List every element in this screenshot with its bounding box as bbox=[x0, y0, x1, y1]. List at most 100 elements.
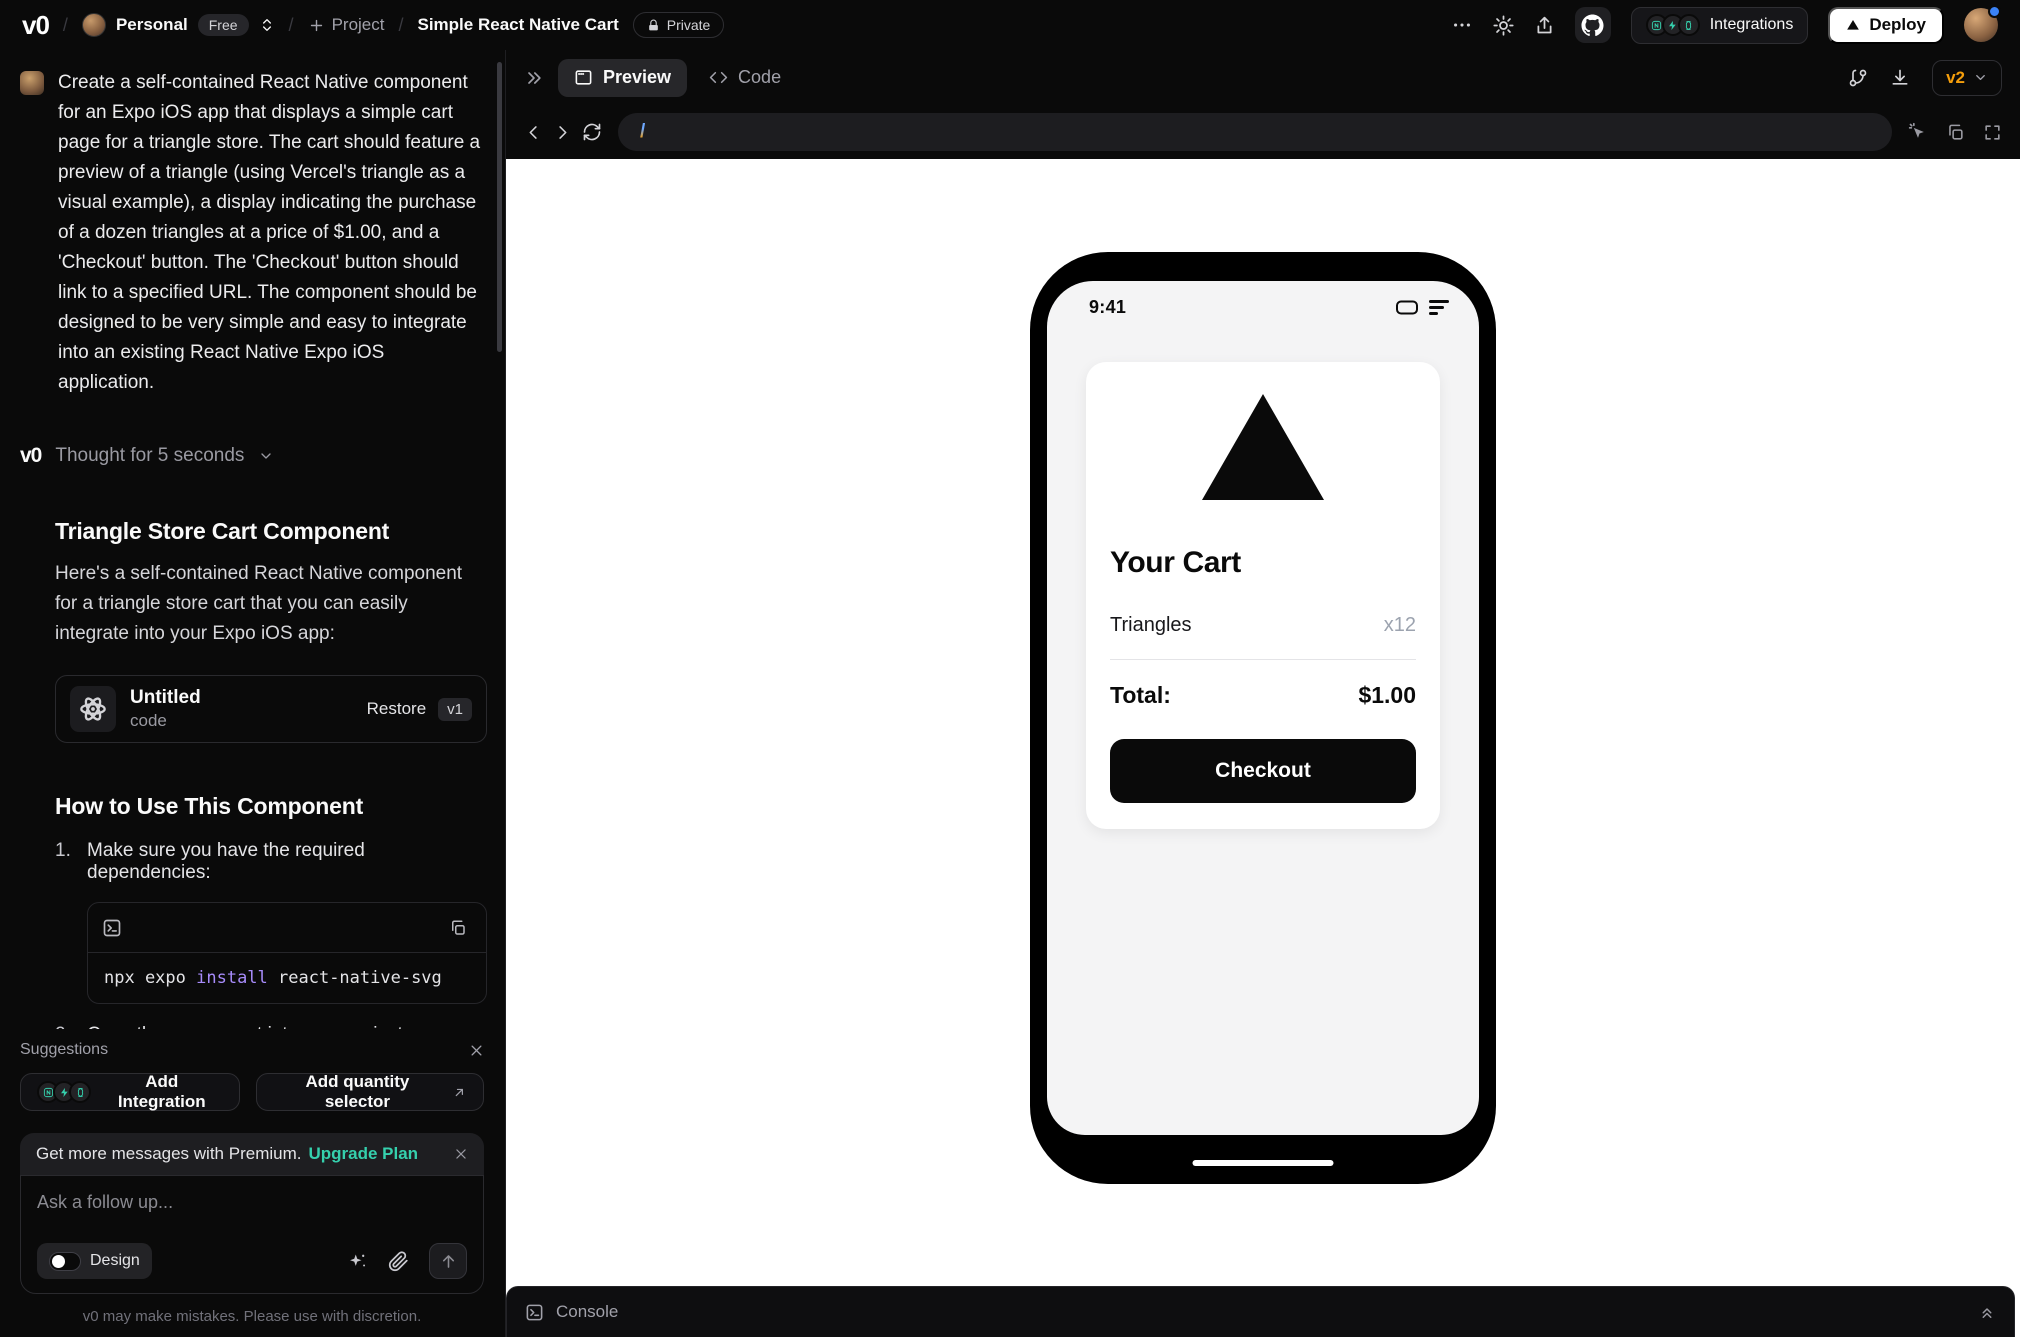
phone-status-bar: 9:41 bbox=[1047, 281, 1479, 318]
close-suggestions-button[interactable] bbox=[469, 1043, 484, 1058]
fork-version-button[interactable] bbox=[1848, 68, 1868, 88]
notification-dot bbox=[1988, 5, 2001, 18]
cart-item-name: Triangles bbox=[1110, 614, 1192, 636]
github-icon bbox=[1581, 13, 1604, 36]
refresh-icon bbox=[583, 123, 601, 141]
send-button[interactable] bbox=[429, 1243, 467, 1279]
code-card-subtitle: code bbox=[130, 711, 167, 730]
tab-preview[interactable]: Preview bbox=[558, 58, 688, 97]
integration-logos bbox=[1645, 14, 1700, 36]
add-integration-button[interactable]: Add Integration bbox=[20, 1072, 240, 1111]
collapse-sidebar-button[interactable] bbox=[524, 68, 544, 88]
terminal-icon bbox=[103, 919, 121, 936]
chevron-down-icon bbox=[1976, 75, 1985, 80]
share-icon bbox=[1537, 16, 1552, 33]
tab-code[interactable]: Code bbox=[701, 67, 789, 88]
add-project-button[interactable]: Project bbox=[308, 15, 384, 35]
dismiss-banner-button[interactable] bbox=[454, 1147, 468, 1161]
code-snippet: npx expo install react-native-svg bbox=[104, 968, 442, 988]
privacy-badge[interactable]: Private bbox=[632, 12, 725, 38]
breadcrumb-separator: / bbox=[288, 14, 294, 35]
thought-toggle[interactable]: v0 Thought for 5 seconds bbox=[20, 444, 485, 468]
open-in-new-window-button[interactable] bbox=[1946, 123, 1965, 142]
chevron-right-icon bbox=[559, 125, 567, 139]
home-indicator bbox=[1192, 1160, 1334, 1166]
toggle-switch bbox=[49, 1251, 81, 1271]
arrow-up-icon bbox=[442, 1254, 454, 1268]
sidebar-scrollbar[interactable] bbox=[497, 62, 502, 352]
restore-button[interactable]: Restore bbox=[367, 699, 427, 719]
version-selector[interactable]: v2 bbox=[1932, 59, 2002, 96]
copy-code-button[interactable] bbox=[440, 910, 476, 946]
url-path: / bbox=[640, 121, 646, 142]
workspace-switcher[interactable]: Personal Free bbox=[81, 13, 275, 37]
code-version-card[interactable]: Untitled code Restore v1 bbox=[55, 675, 487, 743]
response-heading: Triangle Store Cart Component bbox=[55, 518, 390, 544]
browser-window-icon bbox=[575, 70, 592, 85]
cart-card: Your Cart Triangles x12 Total: $1.00 Che… bbox=[1086, 362, 1440, 829]
settings-button[interactable] bbox=[1493, 14, 1514, 36]
fullscreen-button[interactable] bbox=[1983, 123, 2002, 142]
vercel-triangle bbox=[1202, 394, 1324, 500]
design-label: Design bbox=[90, 1252, 140, 1269]
code-block-header bbox=[88, 903, 486, 953]
top-header: v0 / Personal Free / Project / Simple Re… bbox=[0, 0, 2020, 50]
console-label: Console bbox=[556, 1302, 619, 1321]
header-actions: Integrations Deploy bbox=[1451, 5, 2001, 44]
download-button[interactable] bbox=[1890, 68, 1910, 88]
design-mode-toggle[interactable]: Design bbox=[37, 1243, 152, 1279]
plus-icon bbox=[310, 19, 322, 31]
url-input[interactable]: / bbox=[618, 113, 1892, 151]
arrow-up-right-icon bbox=[456, 1088, 464, 1096]
v0-logo[interactable]: v0 bbox=[22, 10, 50, 41]
paperclip-icon bbox=[388, 1250, 408, 1271]
preview-canvas: 9:41 Your Cart Triangles x12 Total: $1.0… bbox=[506, 159, 2020, 1337]
premium-banner: Get more messages with Premium. Upgrade … bbox=[20, 1133, 484, 1175]
share-button[interactable] bbox=[1534, 15, 1555, 36]
user-menu-avatar[interactable] bbox=[1964, 5, 2001, 42]
suggestions-header: Suggestions bbox=[20, 1041, 484, 1059]
select-element-button[interactable] bbox=[1908, 122, 1928, 142]
download-icon bbox=[1892, 69, 1908, 85]
breadcrumb-separator: / bbox=[62, 14, 68, 35]
github-button[interactable] bbox=[1574, 7, 1611, 43]
console-bar[interactable]: Console bbox=[506, 1286, 2015, 1337]
expand-console-button[interactable] bbox=[1978, 1303, 1996, 1321]
git-branch-icon bbox=[1849, 69, 1867, 86]
deploy-label: Deploy bbox=[1869, 15, 1926, 34]
followup-input[interactable] bbox=[37, 1192, 467, 1213]
preview-tabs-bar: Preview Code v2 bbox=[506, 50, 2020, 105]
suggestion-buttons: Add Integration Add quantity selector bbox=[20, 1072, 484, 1111]
status-time: 9:41 bbox=[1089, 297, 1127, 317]
cart-title: Your Cart bbox=[1110, 546, 1241, 579]
lock-icon bbox=[648, 19, 658, 30]
nav-forward-button[interactable] bbox=[553, 123, 572, 142]
preview-url-bar: / bbox=[506, 105, 2020, 159]
add-quantity-selector-button[interactable]: Add quantity selector bbox=[255, 1072, 484, 1111]
attach-file-button[interactable] bbox=[388, 1250, 409, 1272]
preview-panel: Preview Code v2 / 9:41 Your Cart Triangl… bbox=[506, 50, 2020, 1337]
iphone-mockup: 9:41 Your Cart Triangles x12 Total: $1.0… bbox=[1030, 252, 1496, 1184]
battery-icon bbox=[1396, 300, 1418, 315]
toggle-knob bbox=[52, 1254, 65, 1268]
plan-badge: Free bbox=[197, 14, 249, 36]
deploy-button[interactable]: Deploy bbox=[1828, 6, 1944, 44]
supabase-integration-icon bbox=[1677, 14, 1700, 36]
composer-section: Suggestions Add Integration Add quantity… bbox=[0, 1029, 504, 1337]
refresh-button[interactable] bbox=[582, 122, 602, 142]
nav-back-button[interactable] bbox=[524, 123, 543, 142]
terminal-icon bbox=[526, 1304, 543, 1320]
chevrons-up-icon bbox=[1982, 1308, 1992, 1318]
checkout-button[interactable]: Checkout bbox=[1110, 739, 1416, 803]
cart-total-row: Total: $1.00 bbox=[1110, 682, 1416, 709]
integration-logos bbox=[37, 1081, 91, 1103]
thought-label: Thought for 5 seconds bbox=[55, 445, 245, 466]
more-options-button[interactable] bbox=[1451, 14, 1473, 36]
breadcrumb-separator: / bbox=[398, 14, 404, 35]
upgrade-plan-link[interactable]: Upgrade Plan bbox=[308, 1144, 418, 1164]
fullscreen-icon bbox=[1985, 124, 2000, 140]
cart-item-qty: x12 bbox=[1383, 614, 1416, 636]
integrations-button[interactable]: Integrations bbox=[1630, 6, 1809, 44]
enhance-prompt-button[interactable] bbox=[347, 1251, 368, 1272]
main-body: Create a self-contained React Native com… bbox=[0, 50, 2020, 1337]
